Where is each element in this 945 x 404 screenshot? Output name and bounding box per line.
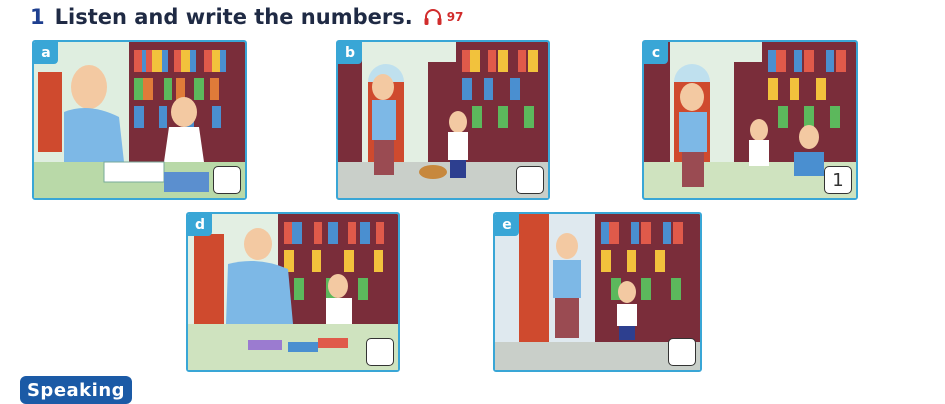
picture-panel-b: b	[336, 40, 550, 200]
answer-box[interactable]	[516, 166, 544, 194]
panel-letter: c	[644, 42, 668, 64]
picture-panel-d: d	[186, 212, 400, 372]
headphones-icon	[424, 9, 442, 25]
picture-panel-e: e	[493, 212, 702, 372]
exercise-number: 1	[30, 5, 45, 29]
panel-letter: d	[188, 214, 212, 236]
speaking-section-label: Speaking	[20, 376, 132, 404]
audio-track-number: 97	[446, 10, 464, 24]
answer-box[interactable]	[668, 338, 696, 366]
picture-panel-c: c 1	[642, 40, 858, 200]
answer-box[interactable]	[213, 166, 241, 194]
answer-box[interactable]: 1	[824, 166, 852, 194]
panel-letter: e	[495, 214, 519, 236]
exercise-title: Listen and write the numbers.	[54, 5, 413, 29]
picture-panel-a: a	[32, 40, 247, 200]
panel-letter: a	[34, 42, 58, 64]
audio-track[interactable]: 97	[423, 8, 464, 26]
exercise-heading: 1 Listen and write the numbers. 97	[30, 4, 463, 30]
panel-letter: b	[338, 42, 362, 64]
answer-box[interactable]	[366, 338, 394, 366]
